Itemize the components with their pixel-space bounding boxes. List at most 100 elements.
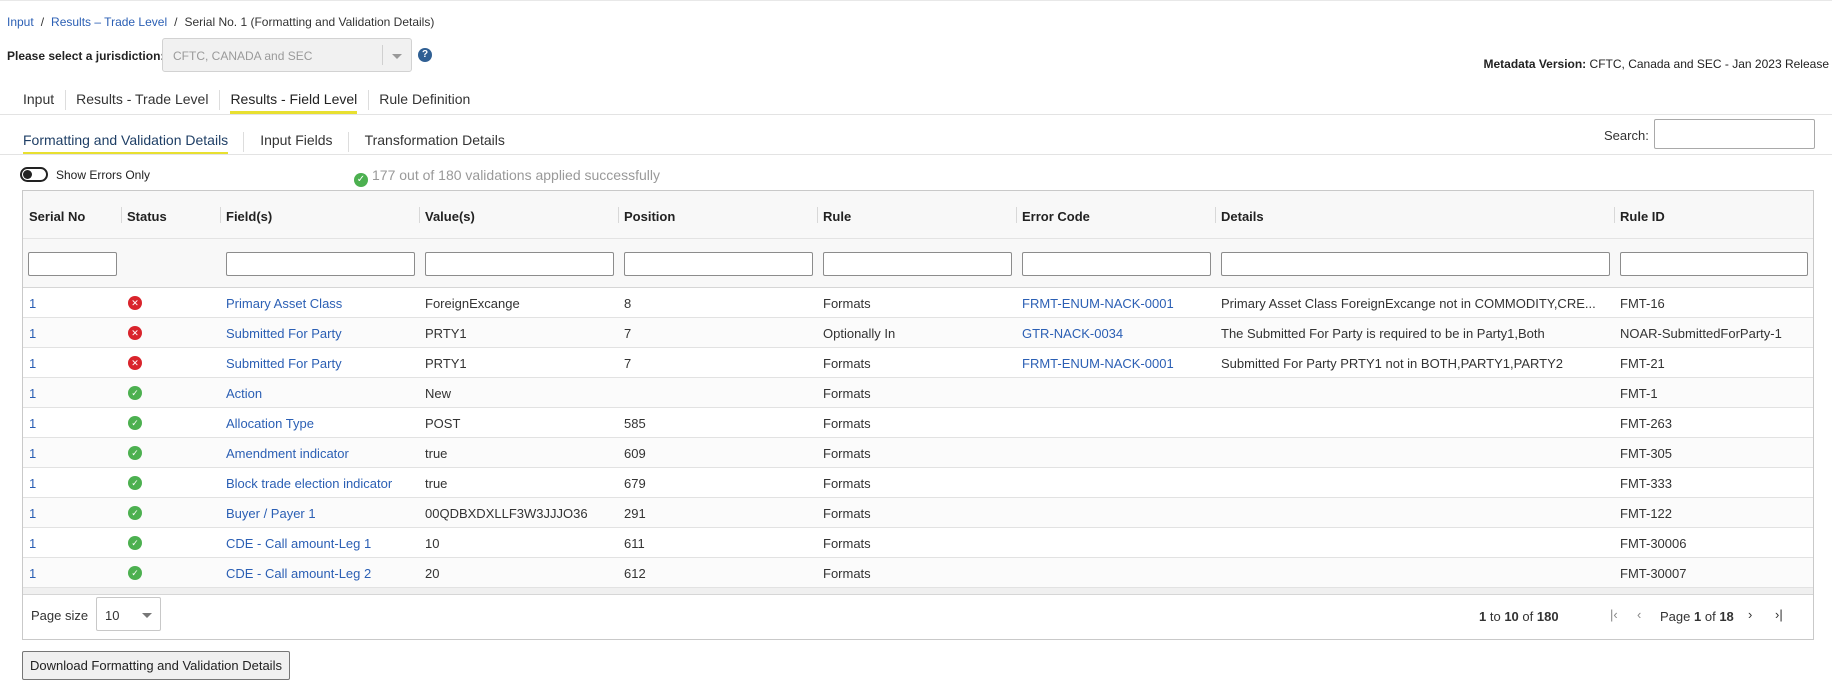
tab-rule-definition[interactable]: Rule Definition — [368, 88, 481, 114]
column-header-fields[interactable]: Field(s) — [226, 209, 272, 224]
cell-details: Submitted For Party PRTY1 not in BOTH,PA… — [1221, 356, 1563, 371]
cell-rule-id: FMT-333 — [1620, 476, 1673, 491]
tab-results-field-level[interactable]: Results - Field Level — [219, 88, 368, 114]
cell-field[interactable]: Block trade election indicator — [226, 476, 415, 491]
metadata-version-label: Metadata Version: — [1483, 57, 1587, 71]
column-separator — [121, 207, 122, 223]
error-circle-icon: ✕ — [128, 326, 142, 340]
last-page-icon[interactable]: ›| — [1775, 607, 1783, 622]
filter-position[interactable] — [624, 252, 813, 276]
table-row[interactable]: ✓ 1 Action New Formats FMT-1 — [23, 378, 1813, 408]
check-circle-icon: ✓ — [128, 476, 142, 490]
cell-details: Primary Asset Class ForeignExcange not i… — [1221, 296, 1596, 311]
table-row[interactable]: ✓ 1 Amendment indicator true 609 Formats FMT-3… — [23, 438, 1813, 468]
column-header-values[interactable]: Value(s) — [425, 209, 475, 224]
tab-results-trade-level[interactable]: Results - Trade Level — [65, 88, 219, 114]
table-row[interactable]: ✓ 1 CDE - Call amount-Leg 1 10 611 Formats FMT… — [23, 528, 1813, 558]
subtabs-divider — [0, 154, 1832, 155]
column-header-error-code[interactable]: Error Code — [1022, 209, 1090, 224]
column-header-position[interactable]: Position — [624, 209, 675, 224]
sub-tabs: Formatting and Validation Details Input … — [12, 130, 526, 155]
column-header-rule[interactable]: Rule — [823, 209, 851, 224]
jurisdiction-select[interactable]: CFTC, CANADA and SEC — [162, 38, 412, 72]
page-size-select[interactable]: 10 — [96, 597, 161, 631]
cell-field[interactable]: Submitted For Party — [226, 326, 415, 341]
range-to: 10 — [1504, 609, 1519, 624]
cell-position: 7 — [624, 356, 632, 371]
question-circle-icon[interactable]: ? — [418, 48, 432, 62]
filter-values[interactable] — [425, 252, 614, 276]
table-row[interactable]: ✓ 1 CDE - Call amount-Leg 2 20 612 Formats FMT… — [23, 558, 1813, 588]
cell-field[interactable]: Submitted For Party — [226, 356, 415, 371]
cell-rule: Formats — [823, 476, 871, 491]
cell-serial-no: 1 — [29, 386, 37, 401]
table-row[interactable]: ✕ 1 Submitted For Party PRTY1 7 Optionally In… — [23, 318, 1813, 348]
filter-rule-id[interactable] — [1620, 252, 1808, 276]
error-circle-icon: ✕ — [128, 296, 142, 310]
table-row[interactable]: ✕ 1 Submitted For Party PRTY1 7 Formats FRMT-E… — [23, 348, 1813, 378]
column-header-status[interactable]: Status — [127, 209, 167, 224]
next-page-icon[interactable]: › — [1748, 607, 1752, 622]
cell-error-code[interactable]: FRMT-ENUM-NACK-0001 — [1022, 296, 1211, 311]
total-pages: 18 — [1719, 609, 1734, 624]
header-row: Serial No Status Field(s) Value(s) Posit… — [23, 191, 1813, 239]
cell-rule-id: FMT-21 — [1620, 356, 1665, 371]
chevron-down-icon — [142, 613, 152, 618]
pager-divider — [23, 594, 1813, 595]
filter-error-code[interactable] — [1022, 252, 1211, 276]
first-page-icon[interactable]: |‹ — [1610, 607, 1618, 622]
tab-formatting-validation-details[interactable]: Formatting and Validation Details — [12, 130, 239, 155]
range-total: 180 — [1536, 609, 1559, 624]
download-button[interactable]: Download Formatting and Validation Detai… — [22, 651, 290, 680]
table-row[interactable]: ✓ 1 Buyer / Payer 1 00QDBXDXLLF3W3JJJO36 291… — [23, 498, 1813, 528]
check-circle-icon: ✓ — [128, 506, 142, 520]
main-tabs: Input Results - Trade Level Results - Fi… — [12, 88, 481, 114]
page-label: Page — [1660, 609, 1691, 624]
column-header-serial-no[interactable]: Serial No — [29, 209, 85, 224]
table-row[interactable]: ✓ 1 Allocation Type POST 585 Formats FMT-263 — [23, 408, 1813, 438]
column-separator — [817, 207, 818, 223]
show-errors-toggle[interactable] — [20, 167, 48, 182]
table-row[interactable]: ✕ 1 Primary Asset Class ForeignExcange 8 Form… — [23, 288, 1813, 318]
table-row[interactable]: ✓ 1 Block trade election indicator true 679 F… — [23, 468, 1813, 498]
cell-value: PRTY1 — [425, 326, 467, 341]
column-separator — [1614, 207, 1615, 223]
tab-input-fields[interactable]: Input Fields — [243, 130, 343, 155]
cell-field[interactable]: CDE - Call amount-Leg 1 — [226, 536, 415, 551]
column-header-details[interactable]: Details — [1221, 209, 1264, 224]
top-border — [0, 0, 1832, 1]
column-separator — [1016, 207, 1017, 223]
cell-field[interactable]: Amendment indicator — [226, 446, 415, 461]
validation-status-message: ✓ 177 out of 180 validations applied succ… — [354, 167, 660, 187]
check-circle-icon: ✓ — [354, 173, 368, 187]
filter-fields[interactable] — [226, 252, 415, 276]
tab-input[interactable]: Input — [12, 88, 65, 114]
cell-field[interactable]: Primary Asset Class — [226, 296, 415, 311]
cell-rule: Formats — [823, 296, 871, 311]
cell-field[interactable]: CDE - Call amount-Leg 2 — [226, 566, 415, 581]
current-page: 1 — [1694, 609, 1702, 624]
cell-field[interactable]: Buyer / Payer 1 — [226, 506, 415, 521]
filter-details[interactable] — [1221, 252, 1610, 276]
cell-serial-no: 1 — [29, 326, 37, 341]
column-header-rule-id[interactable]: Rule ID — [1620, 209, 1665, 224]
tab-transformation-details[interactable]: Transformation Details — [347, 130, 516, 155]
breadcrumb-trade-level-link[interactable]: Results – Trade Level — [51, 15, 167, 29]
cell-position: 7 — [624, 326, 632, 341]
cell-field[interactable]: Allocation Type — [226, 416, 415, 431]
cell-rule: Formats — [823, 446, 871, 461]
previous-page-icon[interactable]: ‹ — [1637, 607, 1641, 622]
cell-error-code[interactable]: FRMT-ENUM-NACK-0001 — [1022, 356, 1211, 371]
cell-position: 291 — [624, 506, 646, 521]
breadcrumb: Input / Results – Trade Level / Serial No. 1… — [7, 15, 434, 29]
cell-field[interactable]: Action — [226, 386, 415, 401]
cell-error-code[interactable]: GTR-NACK-0034 — [1022, 326, 1211, 341]
column-separator — [419, 207, 420, 223]
breadcrumb-current: Serial No. 1 (Formatting and Validation … — [184, 15, 435, 29]
search-input[interactable] — [1654, 119, 1815, 149]
breadcrumb-input-link[interactable]: Input — [7, 15, 34, 29]
filter-rule[interactable] — [823, 252, 1012, 276]
jurisdiction-label: Please select a jurisdiction: — [7, 49, 165, 63]
range-from: 1 — [1479, 609, 1487, 624]
filter-serial-no[interactable] — [28, 252, 117, 276]
